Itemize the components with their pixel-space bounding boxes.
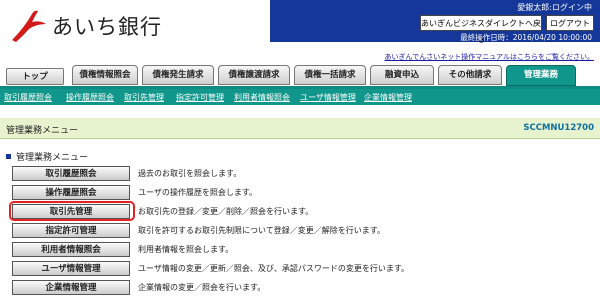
top-bar: 愛銀太郎:ログイン中 あいぎんビジネスダイレクトへ戻る ログアウト 最終操作日時… [270, 0, 600, 44]
subnav-permission-management[interactable]: 指定許可管理 [176, 92, 224, 103]
menu-description: 過去のお取引を照会します。 [138, 169, 242, 178]
transaction-history-button[interactable]: 取引履歴照会 [12, 166, 130, 181]
user-info: 愛銀太郎:ログイン中 [517, 3, 592, 12]
subnav-company-management[interactable]: 企業情報管理 [364, 92, 412, 103]
tab-other-requests[interactable]: その他請求 [438, 65, 502, 85]
business-direct-button[interactable]: あいぎんビジネスダイレクトへ戻る [420, 15, 542, 44]
bank-logo[interactable]: あいち銀行 [8, 6, 162, 46]
screen-title: 管理業務メニュー [6, 126, 79, 136]
menu-description: お取引先の登録／変更／削除／照会を行います。 [138, 207, 314, 216]
menu-description: ユーザの操作履歴を照会します。 [138, 188, 258, 197]
menu-description: 企業情報の変更／照会を行います。 [138, 283, 266, 292]
company-management-button[interactable]: 企業情報管理 [12, 280, 130, 295]
screen-id: SCCMNU12700 [523, 123, 594, 133]
square-bullet-icon [6, 154, 11, 159]
tab-loan-application[interactable]: 融資申込 [370, 65, 434, 85]
main-tabs: トップ 債権情報照会 債権発生請求 債権譲渡請求 債権一括請求 融資申込 その他… [0, 63, 600, 89]
section-title: 管理業務メニュー [16, 153, 89, 163]
subnav-user-info-inquiry[interactable]: 利用者情報照会 [234, 92, 290, 103]
header: あいち銀行 愛銀太郎:ログイン中 あいぎんビジネスダイレクトへ戻る ログアウト … [0, 0, 600, 62]
subnav-transaction-history[interactable]: 取引履歴照会 [4, 92, 52, 103]
permission-management-button[interactable]: 指定許可管理 [12, 223, 130, 238]
section-heading: 管理業務メニュー [6, 150, 88, 163]
sub-navigation: 取引履歴照会 操作履歴照会 取引先管理 指定許可管理 利用者情報照会 ユーザ情報… [0, 89, 600, 105]
tab-management[interactable]: 管理業務 [506, 65, 576, 86]
subnav-partner-management[interactable]: 取引先管理 [124, 92, 164, 103]
bank-name: あいち銀行 [52, 15, 162, 39]
tab-top[interactable]: トップ [6, 68, 64, 85]
tab-claim-inquiry[interactable]: 債権情報照会 [72, 65, 138, 85]
tab-claim-batch[interactable]: 債権一括請求 [294, 65, 366, 85]
manual-link[interactable]: あいぎんでんさいネット操作マニュアルはこちらをご覧ください。 [385, 52, 594, 62]
screen-title-bar: 管理業務メニュー SCCMNU12700 [0, 118, 600, 139]
subnav-user-management[interactable]: ユーザ情報管理 [300, 92, 356, 103]
tab-claim-transfer[interactable]: 債権譲渡請求 [218, 65, 290, 85]
subnav-operation-history[interactable]: 操作履歴照会 [66, 92, 114, 103]
tab-claim-issue[interactable]: 債権発生請求 [142, 65, 214, 85]
highlight-frame [9, 201, 135, 221]
bank-logo-icon [12, 10, 46, 43]
logout-button[interactable]: ログアウト [546, 15, 594, 31]
menu-description: ユーザ情報の変更／更新／照会、及び、承認パスワードの変更を行います。 [138, 264, 410, 273]
last-operation-time: 最終操作日時：2016/04/20 10:00:00 [460, 33, 592, 42]
user-info-inquiry-button[interactable]: 利用者情報照会 [12, 242, 130, 257]
menu-description: 取引を許可するお取引先制限について登録／変更／解除を行います。 [138, 226, 385, 235]
menu-description: 利用者情報を照会します。 [138, 245, 234, 254]
operation-history-button[interactable]: 操作履歴照会 [12, 185, 130, 200]
user-management-button[interactable]: ユーザ情報管理 [12, 261, 130, 276]
